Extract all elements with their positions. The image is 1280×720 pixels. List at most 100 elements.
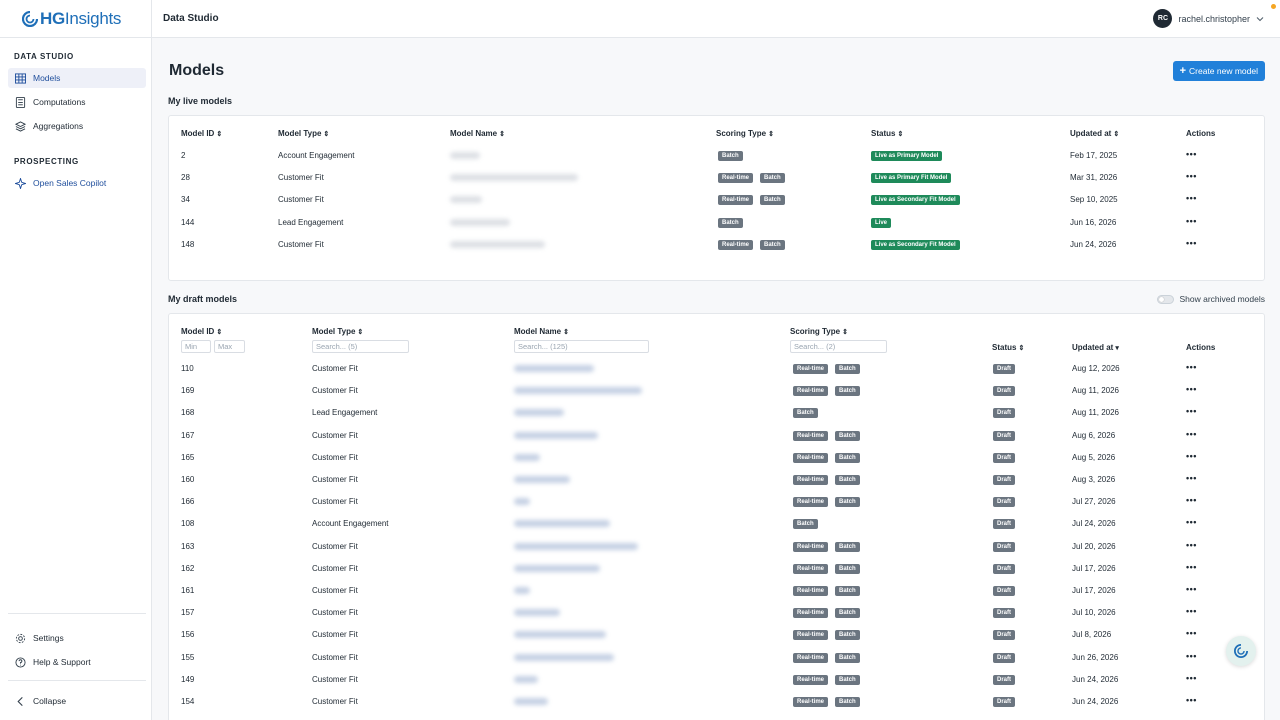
sidebar-item-models[interactable]: Models [8,68,146,88]
model-name-redacted[interactable] [514,542,638,550]
sidebar-item-open-sales-copilot[interactable]: Open Sales Copilot [8,173,146,193]
column-header-label: Actions [1186,129,1216,138]
model-name-redacted[interactable] [450,174,578,182]
model-id-max-input[interactable] [214,340,245,353]
sidebar-item-label: Open Sales Copilot [33,178,107,188]
model-name-redacted[interactable] [514,653,614,661]
row-actions-menu-icon[interactable]: ••• [1186,495,1197,505]
status-badge: Draft [993,652,1016,663]
model-name-redacted[interactable] [514,564,600,572]
brand-logo[interactable]: HGInsights [0,0,152,38]
model-name-redacted[interactable] [450,240,545,248]
assistant-fab-button[interactable] [1226,636,1256,666]
sidebar-section-data-studio: DATA STUDIO [14,52,74,61]
status-badge: Live as Primary Model [871,151,943,161]
row-actions-menu-icon[interactable]: ••• [1186,628,1197,638]
column-header[interactable]: Updated at ⇕ [1070,129,1119,138]
row-actions-menu-icon[interactable]: ••• [1186,149,1197,159]
column-header[interactable]: Scoring Type ⇕ [790,327,848,336]
column-header-label: Scoring Type [716,129,767,138]
column-header[interactable]: Model ID ⇕ [181,327,222,336]
batch-badge: Batch [835,630,860,641]
model-name-redacted[interactable] [514,609,560,617]
batch-badge: Batch [793,408,818,419]
model-id: 157 [181,608,195,618]
row-actions-menu-icon[interactable]: ••• [1186,384,1197,394]
row-actions-menu-icon[interactable]: ••• [1186,562,1197,572]
batch-badge: Batch [835,364,860,374]
show-archived-toggle[interactable]: Show archived models [1157,294,1265,304]
user-menu[interactable]: RC rachel.christopher [1153,9,1264,28]
status-badge: Draft [993,452,1016,463]
batch-badge: Batch [835,586,860,596]
model-type: Customer Fit [278,239,324,249]
sidebar-item-help-support[interactable]: Help & Support [8,652,146,672]
row-actions-menu-icon[interactable]: ••• [1186,216,1197,226]
row-actions-menu-icon[interactable]: ••• [1186,606,1197,616]
model-type: Customer Fit [278,173,324,183]
row-actions-menu-icon[interactable]: ••• [1186,695,1197,705]
row-actions-menu-icon[interactable]: ••• [1186,362,1197,372]
model-name-redacted[interactable] [514,587,530,594]
model-name-redacted[interactable] [514,431,598,439]
model-name-redacted[interactable] [514,498,530,506]
create-new-model-label: Create new model [1189,66,1258,76]
row-actions-menu-icon[interactable]: ••• [1186,673,1197,683]
row-actions-menu-icon[interactable]: ••• [1186,473,1197,483]
row-actions-menu-icon[interactable]: ••• [1186,238,1197,248]
model-name-redacted[interactable] [514,675,538,683]
column-header[interactable]: Model Type ⇕ [312,327,363,336]
row-actions-menu-icon[interactable]: ••• [1186,429,1197,439]
hg-assistant-icon [1234,644,1248,658]
sort-icon: ⇕ [563,329,569,336]
column-header[interactable]: Updated at ▾ [1072,343,1119,352]
column-header[interactable]: Status ⇕ [992,343,1024,352]
scoring-type-search-input[interactable] [790,340,887,353]
status-badge: Draft [993,541,1016,552]
model-name-redacted[interactable] [514,520,610,528]
sidebar-item-settings[interactable]: Settings [8,628,146,648]
model-name-redacted[interactable] [514,453,540,461]
column-header[interactable]: Status ⇕ [871,129,903,138]
sidebar-item-aggregations[interactable]: Aggregations [8,116,146,136]
column-header[interactable]: Model ID ⇕ [181,129,222,138]
updated-at: Jun 24, 2026 [1072,697,1119,706]
model-type-search-input[interactable] [312,340,409,353]
model-name-redacted[interactable] [514,387,642,395]
model-name-redacted[interactable] [514,476,570,483]
model-name-redacted[interactable] [514,631,606,639]
collapse-sidebar-button[interactable]: Collapse [8,691,146,711]
model-name-search-input[interactable] [514,340,649,353]
model-name-redacted[interactable] [514,698,548,705]
row-actions-menu-icon[interactable]: ••• [1186,651,1197,661]
row-actions-menu-icon[interactable]: ••• [1186,451,1197,461]
status-badge: Live as Secondary Fit Model [871,195,960,206]
model-name-redacted[interactable] [450,196,482,204]
model-id: 162 [181,563,195,573]
row-actions-menu-icon[interactable]: ••• [1186,406,1197,416]
column-header[interactable]: Scoring Type ⇕ [716,129,774,138]
model-name-redacted[interactable] [450,152,480,159]
row-actions-menu-icon[interactable]: ••• [1186,517,1197,527]
updated-at: Jul 27, 2026 [1072,497,1116,507]
column-header-label: Model Name [450,129,498,138]
model-name-redacted[interactable] [514,365,594,372]
column-header[interactable]: Model Name ⇕ [450,129,505,138]
column-header-label: Model ID [181,327,215,336]
model-name-redacted[interactable] [450,218,510,226]
model-id-min-input[interactable] [181,340,211,353]
column-header[interactable]: Model Name ⇕ [514,327,569,336]
row-actions-menu-icon[interactable]: ••• [1186,540,1197,550]
create-new-model-button[interactable]: + Create new model [1172,61,1265,81]
toggle-switch[interactable] [1157,294,1175,304]
row-actions-menu-icon[interactable]: ••• [1186,193,1197,203]
row-actions-menu-icon[interactable]: ••• [1186,584,1197,594]
row-actions-menu-icon[interactable]: ••• [1186,171,1197,181]
model-name-redacted[interactable] [514,409,564,417]
batch-badge: Batch [835,541,860,552]
sidebar-item-computations[interactable]: Computations [8,92,146,112]
model-id: 156 [181,630,195,640]
model-id: 34 [181,195,190,205]
column-header[interactable]: Model Type ⇕ [278,129,329,138]
batch-badge: Batch [835,497,860,508]
